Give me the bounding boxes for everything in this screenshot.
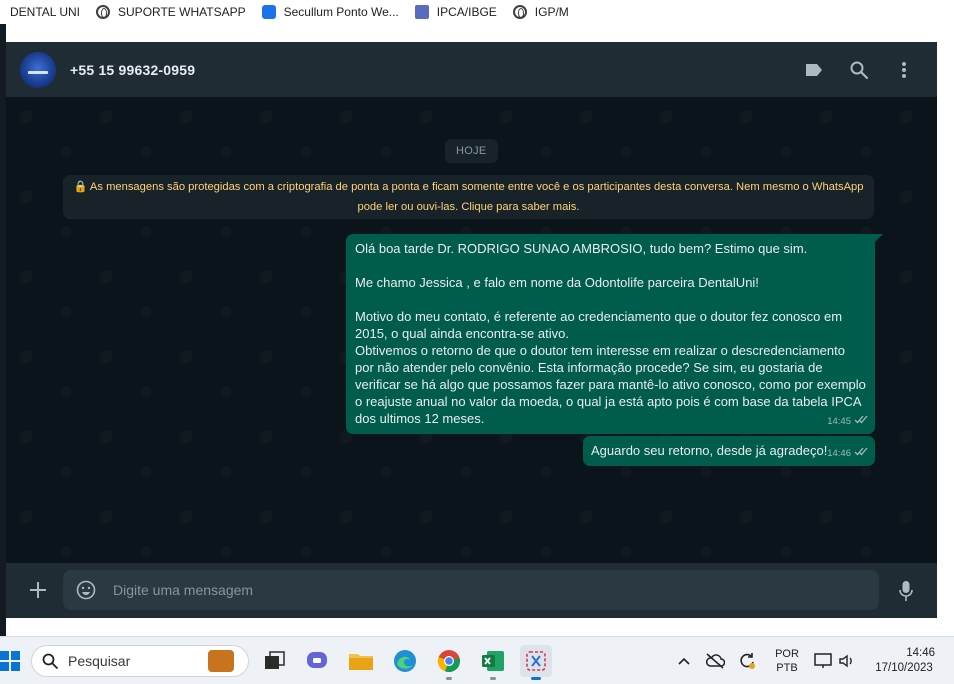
bookmark-label: SUPORTE WHATSAPP	[118, 5, 246, 19]
system-clock[interactable]: 14:46 17/10/2023	[866, 646, 942, 676]
double-check-icon	[854, 413, 868, 430]
running-indicator	[490, 677, 496, 680]
double-check-icon	[854, 445, 868, 462]
message-composer	[6, 563, 937, 618]
briefcase-icon	[208, 650, 234, 672]
teams-chat-icon[interactable]	[301, 645, 333, 677]
bookmark-ipca-ibge[interactable]: IPCA/IBGE	[405, 0, 503, 24]
bookmark-secullum[interactable]: Secullum Ponto We...	[252, 0, 405, 24]
sync-icon[interactable]	[734, 645, 760, 677]
taskbar-search[interactable]: Pesquisar	[31, 645, 249, 677]
message-time: 14:45	[827, 416, 851, 427]
avatar[interactable]	[20, 51, 56, 88]
message-text: Aguardo seu retorno, desde já agradeço!	[591, 443, 828, 458]
globe-icon	[512, 5, 527, 19]
emoji-icon[interactable]	[75, 579, 97, 601]
bookmark-igpm[interactable]: IGP/M	[503, 0, 575, 24]
message-meta: 14:46	[827, 445, 868, 462]
chrome-browser-icon[interactable]	[433, 645, 465, 680]
date-chip: HOJE	[445, 139, 498, 163]
file-explorer-icon[interactable]	[345, 645, 377, 677]
ibge-icon	[414, 5, 429, 19]
message-text: Olá boa tarde Dr. RODRIGO SUNAO AMBROSIO…	[355, 241, 866, 426]
language-indicator[interactable]: POR PTB	[772, 647, 802, 675]
microphone-icon[interactable]	[895, 579, 917, 603]
task-view-icon[interactable]	[259, 645, 291, 677]
running-indicator	[531, 677, 541, 680]
bookmark-label: Secullum Ponto We...	[283, 5, 399, 19]
chat-header: +55 15 99632-0959	[6, 42, 937, 97]
search-icon	[42, 653, 58, 669]
message-meta: 14:45	[827, 413, 868, 430]
language-line1: POR	[775, 648, 799, 660]
excel-icon[interactable]	[477, 645, 509, 680]
bookmark-dental-uni[interactable]: DENTAL UNI	[0, 0, 86, 24]
language-line2: PTB	[776, 662, 798, 674]
window-margin	[937, 24, 954, 636]
search-label: Pesquisar	[68, 653, 131, 669]
contact-name[interactable]: +55 15 99632-0959	[70, 62, 195, 78]
encryption-notice-line1: 🔒 As mensagens são protegidas com a crip…	[73, 181, 864, 193]
snipping-tool-icon[interactable]	[520, 645, 552, 680]
secullum-icon	[261, 5, 276, 19]
cloud-offline-icon[interactable]	[702, 645, 728, 677]
clock-time: 14:46	[906, 647, 935, 659]
windows-start-icon[interactable]	[0, 651, 20, 671]
chevron-up-icon[interactable]	[671, 645, 697, 677]
edge-browser-icon[interactable]	[389, 645, 421, 677]
search-icon[interactable]	[848, 59, 870, 81]
menu-dots-icon[interactable]	[893, 59, 915, 81]
message-input-box[interactable]	[63, 570, 879, 610]
outgoing-message[interactable]: Olá boa tarde Dr. RODRIGO SUNAO AMBROSIO…	[346, 234, 883, 434]
bookmark-suporte-whatsapp[interactable]: SUPORTE WHATSAPP	[86, 0, 252, 24]
windows-taskbar: Pesquisar POR PTB 14:46 17/10/2023	[0, 636, 954, 684]
label-icon[interactable]	[803, 59, 825, 81]
clock-date: 17/10/2023	[875, 662, 933, 674]
browser-spacer	[0, 24, 954, 42]
display-icon[interactable]	[812, 645, 834, 677]
message-time: 14:46	[827, 448, 851, 459]
running-indicator	[446, 677, 452, 680]
bookmark-label: DENTAL UNI	[10, 5, 81, 19]
bookmarks-bar: DENTAL UNI SUPORTE WHATSAPP Secullum Pon…	[0, 0, 954, 24]
encryption-notice[interactable]: 🔒 As mensagens são protegidas com a crip…	[63, 175, 874, 219]
message-input[interactable]	[111, 581, 835, 599]
encryption-notice-line2: pode ler ou ouvi-las. Clique para saber …	[357, 201, 580, 213]
outgoing-message[interactable]: Aguardo seu retorno, desde já agradeço! …	[583, 436, 875, 466]
attach-plus-icon[interactable]	[27, 579, 49, 601]
bookmark-label: IPCA/IBGE	[436, 5, 497, 19]
globe-icon	[96, 5, 111, 19]
volume-icon[interactable]	[836, 645, 858, 677]
bookmark-label: IGP/M	[534, 5, 569, 19]
chat-area[interactable]: HOJE 🔒 As mensagens são protegidas com a…	[6, 97, 937, 563]
